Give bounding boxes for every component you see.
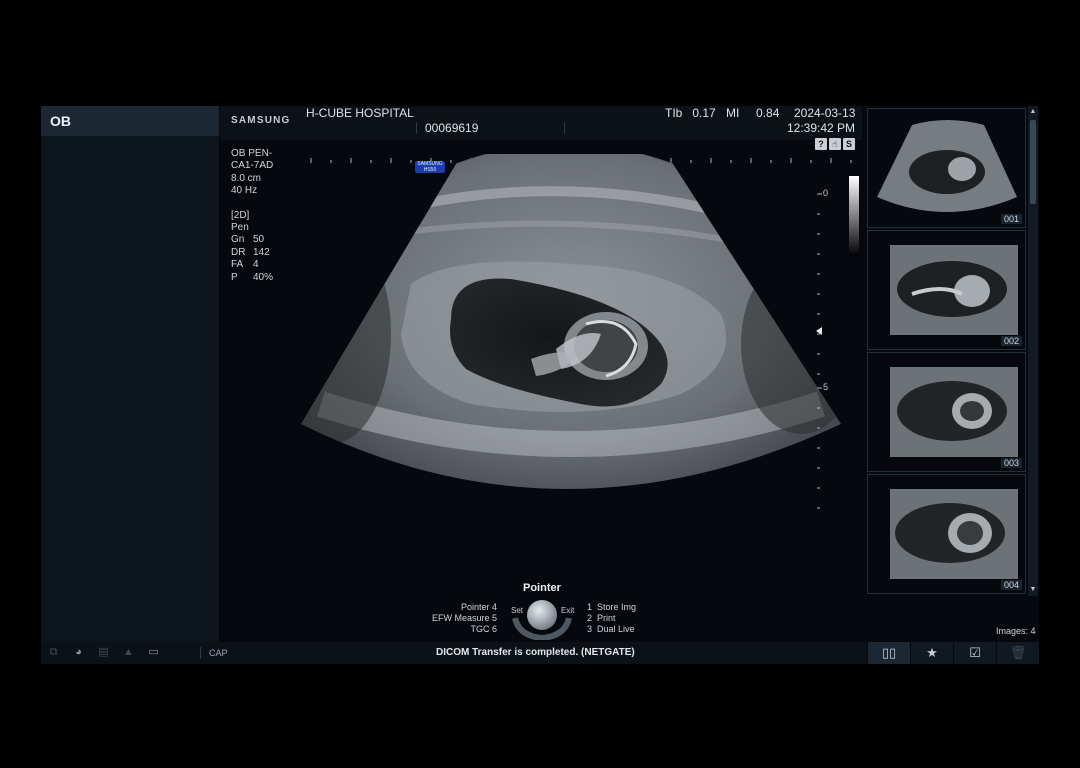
mi-value: 0.84: [756, 106, 780, 120]
thumbnail-image: [890, 245, 1018, 335]
param-row: DR 142: [231, 246, 270, 258]
param-row: FA 4: [231, 259, 259, 271]
probe-badge: SAMSUNG HS50: [415, 161, 445, 173]
scroll-up-icon[interactable]: ▲: [1028, 106, 1038, 118]
pointer-menu-title: Pointer: [523, 582, 561, 594]
thumbnail-003[interactable]: 003: [867, 352, 1026, 472]
thumbnail-label: 004: [1000, 580, 1022, 590]
header-divider: [564, 122, 565, 134]
exam-time: 12:39:42 PM: [787, 121, 856, 135]
depth-label-0: 0: [823, 188, 829, 198]
frame-rate: 40 Hz: [231, 185, 258, 197]
bottom-buttons: ▯▯ ★ ☑ 🗑: [867, 642, 1039, 664]
status-message: DICOM Transfer is completed. (NETGATE): [436, 647, 635, 658]
report-icon[interactable]: ▤: [97, 646, 110, 659]
checkbox-icon: ☑: [969, 645, 981, 660]
menu-item-store-img[interactable]: 1 Store Img: [587, 602, 636, 613]
depth-label-5: 5: [823, 382, 829, 392]
thumbnail-panel: 001 002 003 004 ▲ ▼: [867, 106, 1039, 596]
menu-item-efw-measure[interactable]: EFW Measure 5: [411, 613, 497, 624]
alert-icon[interactable]: ▲: [122, 646, 135, 659]
thumbnail-001[interactable]: 001: [867, 108, 1026, 228]
status-bar-icons: ⧉ ◕ ▤ ▲ ▭: [47, 646, 160, 659]
thumbnail-label: 002: [1000, 336, 1022, 346]
thumbnail-label: 001: [1000, 214, 1022, 224]
set-label[interactable]: Set: [511, 606, 523, 615]
delete-button[interactable]: 🗑: [996, 642, 1039, 664]
dual-view-button[interactable]: ▯▯: [867, 642, 910, 664]
imaging-parameters: OB PEN- CA1-7AD 8.0 cm 40 Hz [2D] Pen Gn…: [231, 148, 273, 284]
thumbnail-label: 003: [1000, 458, 1022, 468]
pen-label: Pen: [231, 222, 249, 234]
pointer-menu-right: 1 Store Img 2 Print 3 Dual Live: [587, 602, 636, 635]
brand-logo: SAMSUNG: [231, 115, 291, 126]
thumbnail-004[interactable]: 004: [867, 474, 1026, 594]
tib-readout: TIb 0.17: [665, 106, 716, 120]
trash-icon: 🗑: [1009, 645, 1027, 660]
thumbnail-image: [890, 367, 1018, 457]
patient-id: 00069619: [425, 121, 479, 135]
menu-item-tgc[interactable]: TGC 6: [411, 624, 497, 635]
mi-readout: MI 0.84: [726, 106, 779, 120]
menu-item-dual-live[interactable]: 3 Dual Live: [587, 624, 636, 635]
caps-indicator: CAP: [209, 648, 228, 658]
status-divider: [200, 647, 201, 659]
preset-name: OB PEN-: [231, 148, 273, 159]
images-count: Images: 4: [996, 626, 1036, 636]
s-icon[interactable]: S: [843, 138, 855, 150]
header-bar: SAMSUNG H-CUBE HOSPITAL 00069619 TIb 0.1…: [220, 106, 862, 140]
help-icon[interactable]: ?: [815, 138, 827, 150]
tib-label: TIb: [665, 106, 683, 120]
menu-item-print[interactable]: 2 Print: [587, 613, 636, 624]
trackball-knob[interactable]: [527, 600, 557, 630]
ultrasound-screen: OB SAMSUNG H-CUBE HOSPITAL 00069619 TIb …: [41, 106, 1039, 664]
hospital-name: H-CUBE HOSPITAL: [306, 106, 414, 120]
exam-date: 2024-03-13: [794, 106, 856, 120]
scrollbar-thumb[interactable]: [1030, 120, 1036, 204]
thumbnail-002[interactable]: 002: [867, 230, 1026, 350]
scroll-down-icon[interactable]: ▼: [1028, 584, 1038, 596]
star-icon: ★: [926, 645, 938, 660]
dual-view-icon: ▯▯: [881, 645, 897, 660]
mode-header[interactable]: OB: [41, 106, 219, 136]
param-row: P 40%: [231, 271, 274, 283]
mode-label: [2D]: [231, 209, 250, 221]
param-row: Gn 50: [231, 234, 265, 246]
status-icons: ? ☝ S: [815, 138, 855, 150]
exit-label[interactable]: Exit: [561, 606, 574, 615]
sector-fan: [301, 154, 841, 489]
thumbnail-scrollbar[interactable]: ▲ ▼: [1028, 106, 1038, 596]
favorite-button[interactable]: ★: [910, 642, 953, 664]
hand-icon[interactable]: ☝: [829, 138, 841, 150]
header-divider: [416, 122, 417, 134]
ultrasound-image[interactable]: [301, 154, 841, 514]
status-bar: ⧉ ◕ ▤ ▲ ▭ CAP DICOM Transfer is complete…: [41, 642, 1039, 664]
depth-value: 8.0 cm: [231, 172, 262, 184]
pointer-menu-left: Pointer 4 EFW Measure 5 TGC 6: [411, 602, 497, 635]
screen-icon[interactable]: ▭: [147, 646, 160, 659]
tib-value: 0.17: [692, 106, 716, 120]
grayscale-bar: [849, 176, 859, 256]
thumbnail-image: [890, 489, 1018, 579]
mi-label: MI: [726, 106, 740, 120]
mode-title: OB: [50, 113, 71, 129]
select-button[interactable]: ☑: [953, 642, 996, 664]
copy-icon[interactable]: ⧉: [47, 646, 60, 659]
menu-item-pointer[interactable]: Pointer 4: [411, 602, 497, 613]
left-panel: OB: [41, 106, 219, 642]
probe-badge-model: HS50: [423, 167, 437, 173]
focus-marker[interactable]: [816, 327, 822, 335]
depth-scale: [817, 193, 822, 509]
pie-icon[interactable]: ◕: [72, 646, 85, 659]
thumbnail-image: [877, 120, 1017, 212]
probe-name: CA1-7AD: [231, 160, 274, 172]
